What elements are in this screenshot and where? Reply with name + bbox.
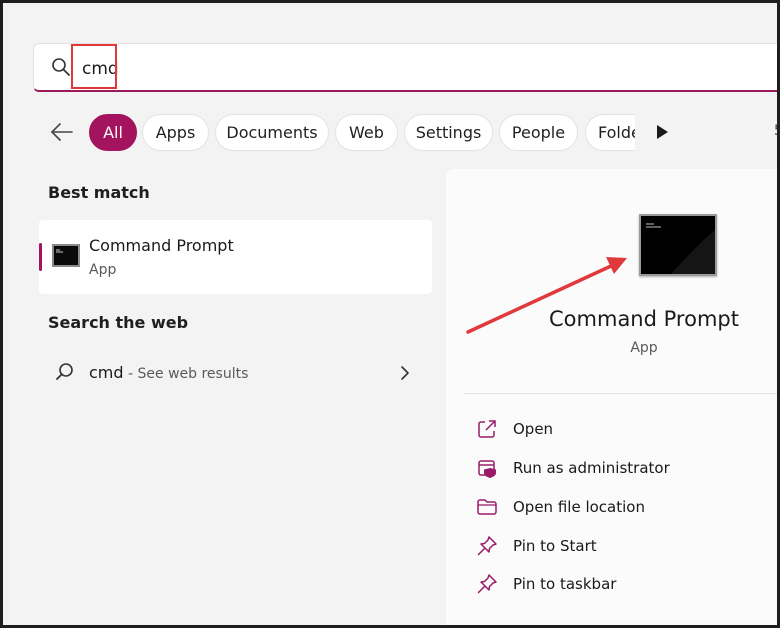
search-bar[interactable] [33, 43, 777, 92]
detail-title: Command Prompt [549, 307, 739, 331]
web-search-icon [56, 363, 73, 380]
filter-chip-all[interactable]: All [89, 114, 137, 151]
start-search-window: All Apps Documents Web Settings People F… [0, 0, 780, 628]
pin-icon [477, 574, 497, 594]
action-run-as-admin[interactable]: Run as administrator [476, 455, 670, 481]
pin-icon [477, 536, 497, 556]
admin-shield-icon [478, 460, 496, 478]
action-open-label: Open [513, 420, 554, 438]
command-prompt-large-icon [639, 214, 717, 276]
action-open-file-location[interactable]: Open file location [476, 494, 645, 520]
back-arrow-icon[interactable] [49, 119, 75, 145]
filter-chip-web[interactable]: Web [335, 114, 398, 151]
web-query: cmd [89, 363, 124, 382]
best-match-heading: Best match [48, 183, 150, 202]
best-match-item[interactable]: Command Prompt App [39, 220, 432, 294]
filter-chip-folders[interactable]: Folde [585, 114, 635, 151]
web-search-item[interactable]: cmd - See web results [39, 351, 432, 395]
detail-divider [464, 393, 777, 394]
detail-panel: Command Prompt App Open Run as administr… [446, 169, 777, 625]
filter-chip-people[interactable]: People [499, 114, 578, 151]
filter-chip-settings[interactable]: Settings [404, 114, 493, 151]
action-pin-to-taskbar[interactable]: Pin to taskbar [476, 571, 616, 597]
web-search-text: cmd - See web results [89, 363, 248, 382]
chevron-right-icon [401, 366, 409, 380]
action-pin-to-start-label: Pin to Start [513, 537, 597, 555]
action-open[interactable]: Open [476, 416, 553, 442]
action-open-file-location-label: Open file location [513, 498, 645, 516]
search-icon [52, 58, 70, 76]
results-count: 5 [774, 123, 777, 139]
web-results-hint: - See web results [123, 366, 249, 382]
filter-chip-apps[interactable]: Apps [142, 114, 209, 151]
folder-icon [477, 499, 497, 515]
best-match-subtitle: App [89, 262, 117, 278]
filter-chip-documents[interactable]: Documents [215, 114, 329, 151]
command-prompt-icon [52, 244, 80, 267]
action-run-as-admin-label: Run as administrator [513, 459, 670, 477]
selection-indicator [39, 243, 42, 271]
open-external-icon [478, 420, 496, 438]
action-pin-to-taskbar-label: Pin to taskbar [513, 575, 617, 593]
search-web-heading: Search the web [48, 313, 189, 332]
best-match-title: Command Prompt [89, 236, 234, 255]
search-input[interactable] [82, 56, 342, 82]
detail-subtitle: App [630, 340, 658, 356]
scroll-right-arrow-icon[interactable] [655, 124, 669, 140]
action-pin-to-start[interactable]: Pin to Start [476, 533, 597, 559]
